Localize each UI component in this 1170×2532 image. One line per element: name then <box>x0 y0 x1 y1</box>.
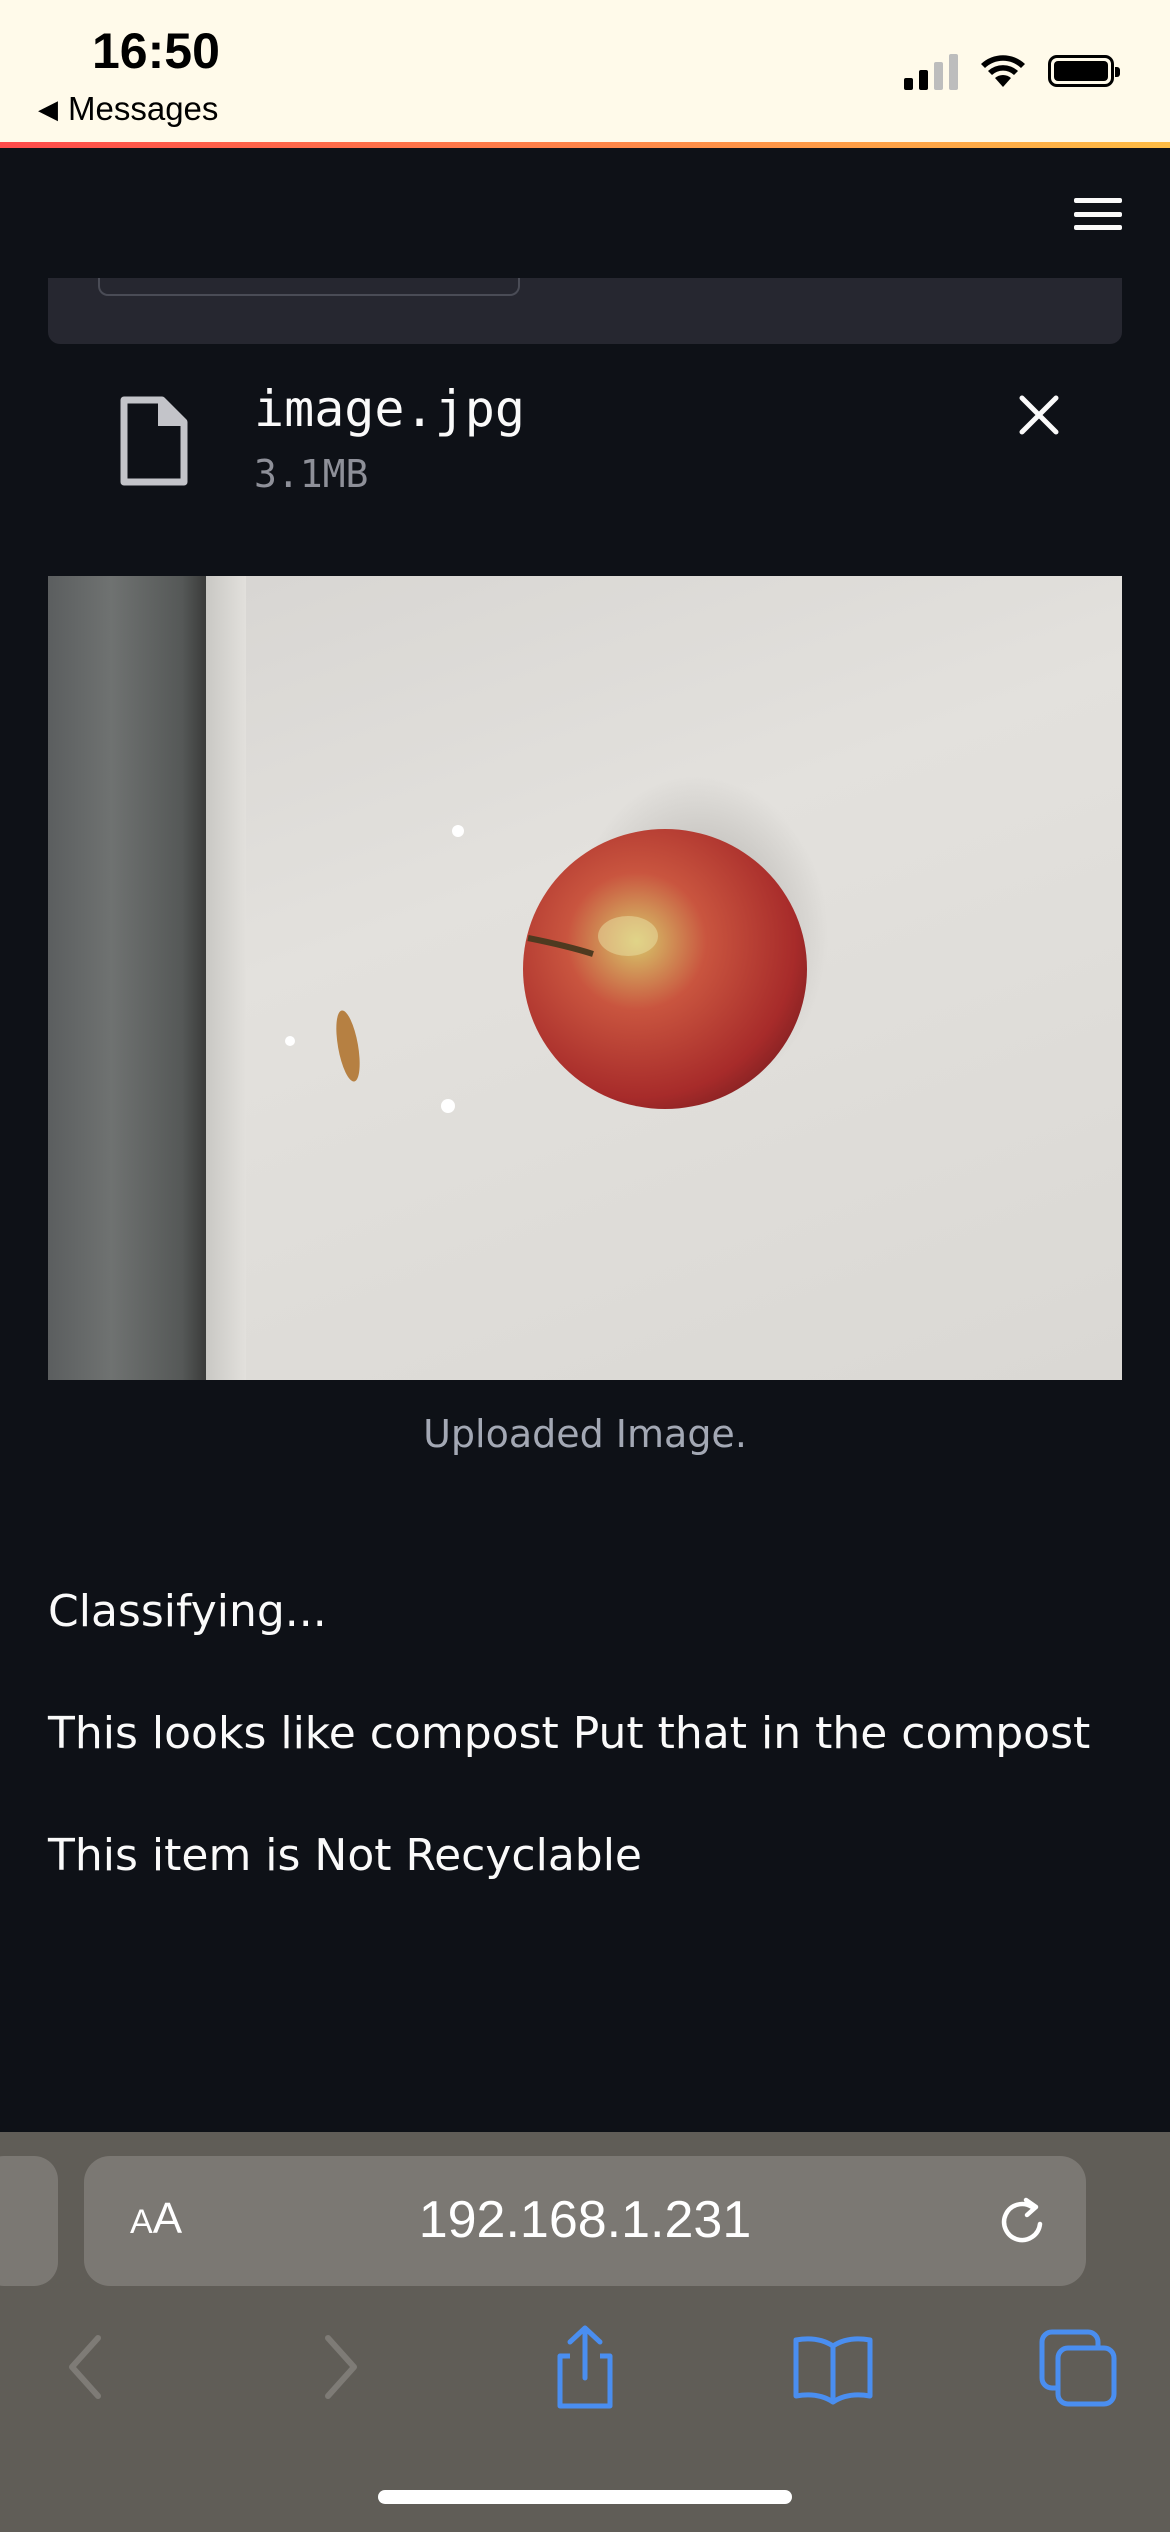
file-icon <box>120 396 188 486</box>
browse-files-button[interactable] <box>98 278 520 296</box>
battery-icon <box>1048 55 1120 87</box>
close-icon[interactable] <box>1014 390 1064 440</box>
share-icon[interactable] <box>540 2322 630 2412</box>
browser-toolbar <box>0 2322 1170 2432</box>
recyclable-status-text: This item is Not Recyclable <box>48 1830 642 1881</box>
status-bar: 16:50 ◀ Messages <box>0 0 1170 142</box>
classifying-text: Classifying... <box>48 1586 327 1637</box>
hamburger-icon[interactable] <box>1074 198 1122 230</box>
tabs-icon[interactable] <box>1034 2322 1124 2412</box>
address-bar[interactable]: AA 192.168.1.231 <box>84 2156 1086 2286</box>
back-to-app-button[interactable]: ◀ Messages <box>38 90 218 128</box>
reload-icon[interactable] <box>996 2194 1052 2250</box>
file-uploader-dropzone[interactable] <box>48 278 1122 344</box>
back-triangle-icon: ◀ <box>38 93 58 124</box>
status-icons <box>904 52 1120 90</box>
app-header <box>0 148 1170 278</box>
url-text: 192.168.1.231 <box>418 2191 752 2249</box>
image-caption: Uploaded Image. <box>423 1412 747 1456</box>
status-time: 16:50 <box>92 23 220 79</box>
wifi-icon <box>981 55 1025 87</box>
classification-result-text: This looks like compost Put that in the … <box>48 1708 1091 1759</box>
file-size: 3.1MB <box>254 452 369 496</box>
file-name: image.jpg <box>254 380 525 438</box>
cellular-signal-icon <box>904 52 958 90</box>
chevron-left-icon[interactable] <box>42 2322 132 2412</box>
uploaded-image <box>48 576 1122 1380</box>
chevron-right-icon[interactable] <box>294 2322 384 2412</box>
home-indicator <box>378 2490 792 2504</box>
uploaded-file-row: image.jpg 3.1MB <box>48 370 1122 510</box>
previous-tab-preview[interactable] <box>0 2156 58 2286</box>
book-icon[interactable] <box>788 2322 878 2412</box>
back-app-label: Messages <box>68 90 219 127</box>
browser-bottom-bar: AA 192.168.1.231 <box>0 2132 1170 2532</box>
